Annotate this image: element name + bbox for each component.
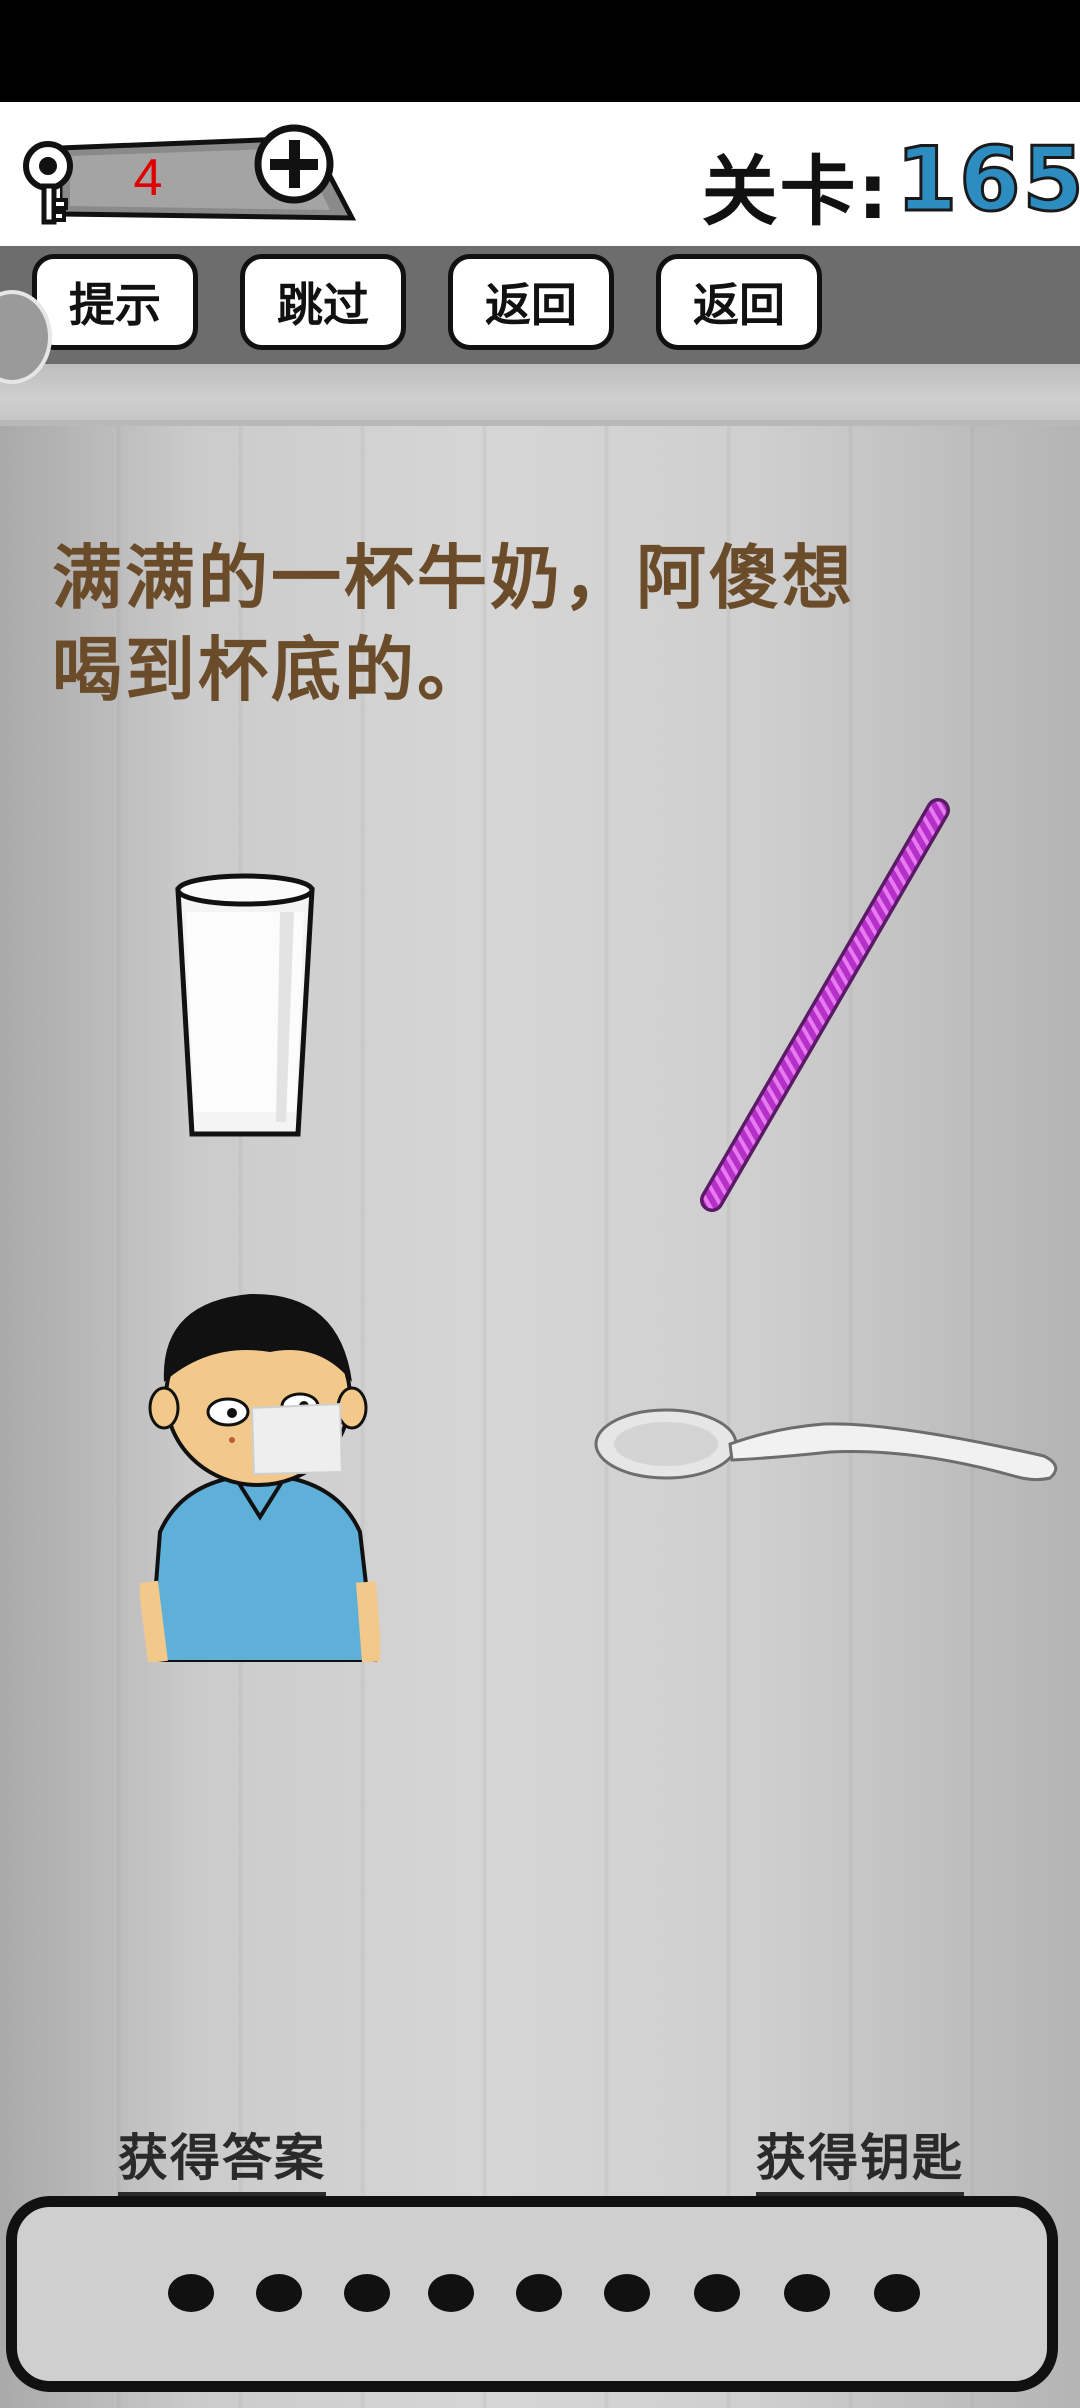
answer-slot bbox=[874, 2274, 920, 2312]
back-button-2[interactable]: 返回 bbox=[656, 254, 822, 350]
add-keys-button[interactable] bbox=[252, 122, 336, 206]
answer-slot bbox=[256, 2274, 302, 2312]
get-key-link[interactable]: 获得钥匙 bbox=[756, 2118, 964, 2197]
get-answer-link[interactable]: 获得答案 bbox=[118, 2118, 326, 2197]
answer-slot bbox=[344, 2274, 390, 2312]
toolbar-shadow bbox=[0, 364, 1080, 426]
question-line-1: 满满的一杯牛奶，阿傻想 bbox=[52, 537, 855, 619]
key-count: 4 bbox=[133, 149, 163, 207]
answer-slot bbox=[604, 2274, 650, 2312]
back-button[interactable]: 返回 bbox=[448, 254, 614, 350]
level-label: 关卡: bbox=[701, 147, 890, 236]
question-line-2: 喝到杯底的。 bbox=[52, 629, 490, 711]
hint-button[interactable]: 提示 bbox=[32, 254, 198, 350]
glass-of-milk-icon[interactable] bbox=[170, 872, 320, 1142]
answer-slot bbox=[694, 2274, 740, 2312]
boy-icon[interactable] bbox=[140, 1282, 380, 1662]
status-bar bbox=[0, 0, 1080, 102]
answer-slot bbox=[428, 2274, 474, 2312]
skip-button[interactable]: 跳过 bbox=[240, 254, 406, 350]
level-number: 165 bbox=[895, 127, 1080, 233]
answer-slot bbox=[516, 2274, 562, 2312]
spoon-icon[interactable] bbox=[594, 1398, 1064, 1508]
key-icon bbox=[23, 141, 73, 225]
answer-slot bbox=[784, 2274, 830, 2312]
answer-slot bbox=[168, 2274, 214, 2312]
question-text: 满满的一杯牛奶，阿傻想 喝到杯底的。 bbox=[52, 532, 1012, 716]
straw-icon[interactable] bbox=[690, 796, 960, 1216]
